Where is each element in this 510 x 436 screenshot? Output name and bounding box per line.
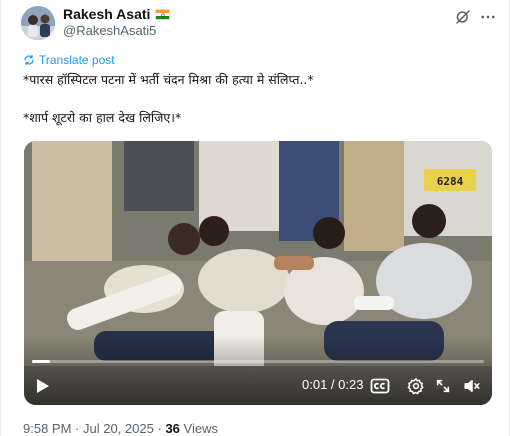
author-handle[interactable]: @RakeshAsati5 xyxy=(63,23,156,38)
views-count: 36 xyxy=(165,421,180,436)
tweet-card: Rakesh Asati @RakeshAsati5 Translate pos… xyxy=(0,0,510,436)
tweet-text-line-1: *पारस हॉस्पिटल पटना में भर्ती चंदन मिश्र… xyxy=(23,72,314,87)
tweet-time[interactable]: 9:58 PM xyxy=(23,421,71,436)
gear-icon[interactable] xyxy=(405,374,427,398)
tweet-meta: 9:58 PM · Jul 20, 2025 · 36 Views xyxy=(23,421,218,436)
views-label: Views xyxy=(183,421,218,436)
play-icon[interactable] xyxy=(32,374,54,398)
author-name-row: Rakesh Asati xyxy=(63,5,171,23)
video-progress-bar[interactable] xyxy=(32,360,484,363)
tweet-text: *पारस हॉस्पिटल पटना में भर्ती चंदन मिश्र… xyxy=(23,70,493,127)
video-timecode: 0:01 / 0:23 xyxy=(302,377,364,392)
india-flag-icon xyxy=(155,8,171,20)
video-player[interactable]: 6284 0:01 / 0:23 xyxy=(24,141,492,405)
translate-icon xyxy=(24,54,34,66)
meta-separator: · xyxy=(75,421,80,436)
expand-icon[interactable] xyxy=(432,374,454,398)
meta-separator-2: · xyxy=(157,421,162,436)
translate-link[interactable]: Translate post xyxy=(23,53,115,67)
license-plate-text: 6284 xyxy=(437,175,464,188)
captions-icon[interactable] xyxy=(369,374,391,398)
tweet-date[interactable]: Jul 20, 2025 xyxy=(83,421,154,436)
tweet-text-line-2: *शार्प शूटरो का हाल देख लिजिए।* xyxy=(23,110,182,125)
volume-mute-icon[interactable] xyxy=(461,374,483,398)
avatar[interactable] xyxy=(21,6,55,40)
more-horizontal-icon[interactable] xyxy=(477,6,499,28)
author-display-name[interactable]: Rakesh Asati xyxy=(63,6,150,22)
video-progress-fill xyxy=(32,360,51,363)
grok-icon[interactable] xyxy=(452,6,474,28)
translate-label: Translate post xyxy=(39,53,115,67)
